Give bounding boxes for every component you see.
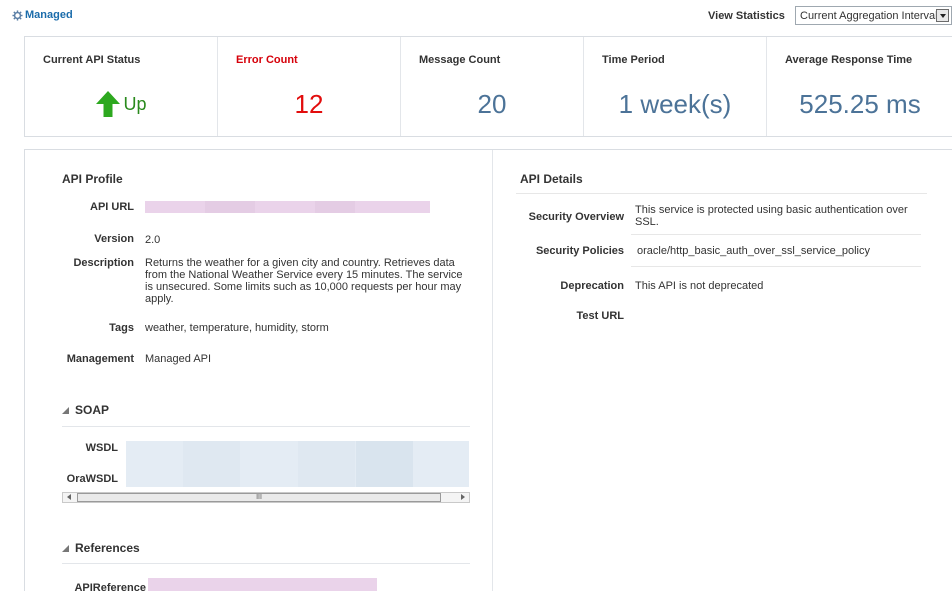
stat-message-count: Message Count 20 bbox=[401, 37, 584, 136]
gear-icon bbox=[12, 9, 23, 21]
managed-label: Managed bbox=[25, 9, 73, 21]
divider bbox=[62, 426, 470, 427]
api-details-title: API Details bbox=[520, 172, 583, 186]
version-value: 2.0 bbox=[145, 234, 161, 246]
scroll-right-icon[interactable] bbox=[461, 494, 465, 500]
scroll-left-icon[interactable] bbox=[67, 494, 71, 500]
time-period-value: 1 week(s) bbox=[618, 89, 732, 119]
horizontal-scrollbar[interactable]: III bbox=[62, 492, 470, 503]
version-label: Version bbox=[94, 233, 134, 245]
management-value: Managed API bbox=[145, 353, 212, 365]
managed-link[interactable]: Managed bbox=[12, 9, 73, 21]
collapse-triangle-icon bbox=[62, 544, 69, 552]
soap-title: SOAP bbox=[75, 403, 110, 417]
references-title: References bbox=[75, 541, 140, 555]
soap-section-toggle[interactable]: SOAP bbox=[62, 403, 109, 417]
scroll-thumb-grip: III bbox=[256, 494, 262, 501]
api-reference-label: APIReference bbox=[74, 582, 146, 591]
stat-time-period: Time Period 1 week(s) bbox=[584, 37, 767, 136]
description-label: Description bbox=[73, 257, 134, 269]
stat-label: Average Response Time bbox=[785, 54, 913, 66]
deprecation-value: This API is not deprecated bbox=[635, 280, 764, 292]
stat-api-status: Current API Status Up bbox=[25, 37, 218, 136]
tags-label: Tags bbox=[109, 322, 134, 334]
references-section-toggle[interactable]: References bbox=[62, 541, 140, 555]
error-count-value: 12 bbox=[294, 89, 324, 119]
stat-average-response: Average Response Time 525.25 ms bbox=[767, 37, 952, 136]
top-bar: Managed View Statistics Current Aggregat… bbox=[0, 0, 952, 30]
api-profile-pane: API Profile API URL Version 2.0 Descript… bbox=[25, 150, 493, 591]
divider bbox=[631, 266, 921, 267]
status-indicator: Up bbox=[25, 90, 217, 118]
statistics-panel: Current API Status Up Error Count 12 Mes… bbox=[24, 36, 952, 137]
security-policies-value: oracle/http_basic_auth_over_ssl_service_… bbox=[637, 245, 870, 257]
tags-value: weather, temperature, humidity, storm bbox=[145, 322, 329, 334]
description-value: Returns the weather for a given city and… bbox=[145, 257, 463, 305]
wsdl-links-table[interactable] bbox=[126, 441, 469, 487]
status-value: Up bbox=[123, 93, 147, 114]
divider bbox=[631, 234, 921, 235]
collapse-triangle-icon bbox=[62, 406, 69, 414]
api-details-pane: API Details Security Overview This servi… bbox=[494, 150, 952, 591]
stat-error-count: Error Count 12 bbox=[218, 37, 401, 136]
api-main-panel: API Profile API URL Version 2.0 Descript… bbox=[24, 149, 952, 591]
stat-label: Time Period bbox=[602, 54, 665, 66]
api-reference-link[interactable] bbox=[148, 578, 377, 591]
scroll-thumb[interactable]: III bbox=[77, 493, 441, 502]
divider bbox=[62, 563, 470, 564]
divider bbox=[516, 193, 927, 194]
deprecation-label: Deprecation bbox=[560, 280, 624, 292]
wsdl-label: WSDL bbox=[85, 442, 118, 454]
aggregation-interval-select[interactable]: Current Aggregation Interval bbox=[795, 6, 952, 25]
view-statistics-label: View Statistics bbox=[708, 10, 785, 22]
security-policies-label: Security Policies bbox=[535, 245, 624, 257]
api-overview-page: Managed View Statistics Current Aggregat… bbox=[0, 0, 952, 591]
message-count-value: 20 bbox=[477, 89, 507, 119]
test-url-label: Test URL bbox=[576, 310, 624, 322]
api-url-link[interactable] bbox=[145, 201, 430, 213]
api-url-label: API URL bbox=[90, 201, 134, 213]
api-profile-title: API Profile bbox=[62, 172, 123, 186]
stat-label: Message Count bbox=[419, 54, 501, 66]
orawsdl-label: OraWSDL bbox=[66, 473, 118, 485]
aggregation-interval-value: Current Aggregation Interval bbox=[800, 9, 938, 22]
management-label: Management bbox=[66, 353, 134, 365]
security-overview-label: Security Overview bbox=[528, 211, 624, 223]
avg-response-value: 525.25 ms bbox=[799, 89, 921, 119]
dropdown-arrow-icon[interactable] bbox=[936, 9, 949, 22]
stat-label: Current API Status bbox=[43, 54, 141, 66]
security-overview-value: This service is protected using basic au… bbox=[635, 204, 908, 228]
stat-label: Error Count bbox=[236, 54, 298, 66]
up-arrow-icon bbox=[96, 91, 121, 117]
